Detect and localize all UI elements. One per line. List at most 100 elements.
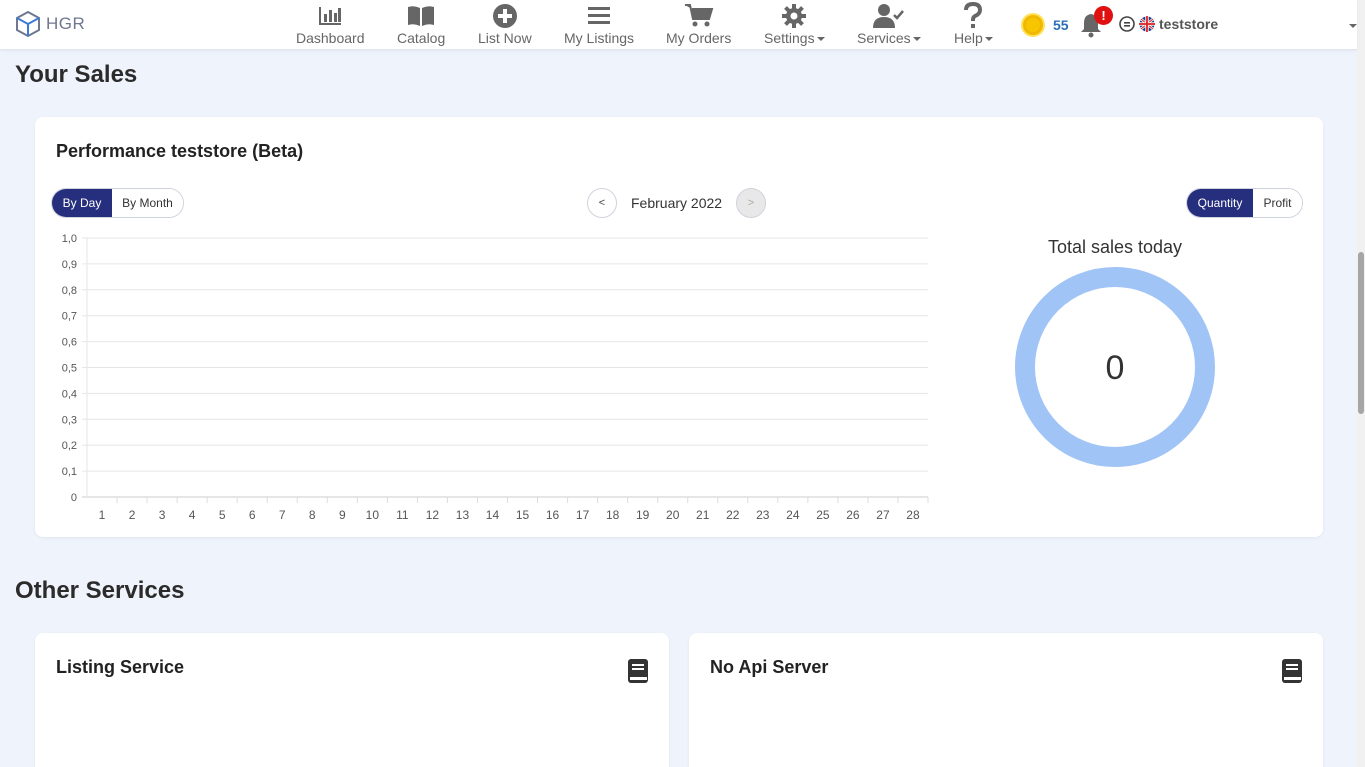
y-tick-label: 0,2 xyxy=(62,440,77,452)
nav-catalog[interactable]: Catalog xyxy=(397,2,445,48)
chevron-down-icon xyxy=(984,37,993,42)
x-tick-label: 10 xyxy=(366,508,380,522)
book-icon[interactable] xyxy=(627,658,649,684)
question-icon xyxy=(964,2,983,28)
nav-settings-label: Settings xyxy=(764,30,815,46)
prev-month-button[interactable]: < xyxy=(587,188,617,218)
x-tick-label: 11 xyxy=(396,508,409,522)
app-logo[interactable]: HGR xyxy=(14,10,85,38)
book-open-icon xyxy=(408,6,435,26)
x-tick-label: 27 xyxy=(876,508,890,522)
other-services-title: Other Services xyxy=(15,577,185,604)
x-tick-label: 5 xyxy=(219,508,226,522)
page-scrollbar[interactable] xyxy=(1357,0,1365,767)
scrollbar-thumb[interactable] xyxy=(1358,252,1364,414)
cube-logo-icon xyxy=(16,10,40,38)
bar-chart-icon xyxy=(319,7,342,25)
x-tick-label: 23 xyxy=(756,508,770,522)
listing-service-title: Listing Service xyxy=(56,657,185,677)
by-month-button[interactable]: By Month xyxy=(112,189,183,217)
x-tick-label: 15 xyxy=(516,508,530,522)
x-tick-label: 26 xyxy=(846,508,860,522)
quantity-button[interactable]: Quantity xyxy=(1187,189,1253,217)
by-day-button[interactable]: By Day xyxy=(52,189,112,217)
chevron-down-icon xyxy=(912,37,921,42)
nav-my-listings-label: My Listings xyxy=(564,30,635,46)
x-tick-label: 3 xyxy=(159,508,166,522)
nav-catalog-label: Catalog xyxy=(397,30,446,46)
y-tick-label: 0,5 xyxy=(62,363,77,375)
current-month-label: February 2022 xyxy=(631,195,723,211)
x-tick-label: 14 xyxy=(486,508,500,522)
nav-services-label-wrap: Services xyxy=(857,30,921,46)
x-tick-label: 19 xyxy=(636,508,650,522)
performance-card: Performance teststore (Beta) By Day By M… xyxy=(35,117,1323,537)
x-tick-label: 1 xyxy=(99,508,106,522)
period-toggle: By Day By Month xyxy=(51,188,184,218)
x-tick-label: 7 xyxy=(279,508,286,522)
chevron-down-icon xyxy=(816,37,825,42)
y-tick-label: 1,0 xyxy=(62,233,77,245)
total-sales-donut: 0 xyxy=(1015,267,1215,467)
y-tick-label: 0,1 xyxy=(62,466,77,478)
coin-icon xyxy=(1021,13,1045,37)
gear-icon xyxy=(782,4,807,28)
notification-badge: ! xyxy=(1094,6,1113,25)
nav-settings-label-wrap: Settings xyxy=(764,30,825,46)
y-tick-label: 0,7 xyxy=(62,311,77,323)
nav-help[interactable]: Help xyxy=(954,2,993,48)
x-tick-label: 8 xyxy=(309,508,316,522)
nav-list-now-label: List Now xyxy=(478,30,532,46)
y-tick-label: 0,9 xyxy=(62,259,77,271)
username: teststore xyxy=(1159,16,1219,32)
x-tick-label: 18 xyxy=(606,508,620,522)
y-tick-label: 0 xyxy=(71,492,77,504)
nav-services[interactable]: Services xyxy=(857,2,921,48)
coin-count: 55 xyxy=(1053,17,1069,33)
donut-title: Total sales today xyxy=(1047,237,1183,257)
currency-icon xyxy=(1119,16,1135,32)
app-name: HGR xyxy=(46,14,86,33)
y-tick-label: 0,3 xyxy=(62,414,77,426)
y-tick-label: 0,4 xyxy=(62,388,77,400)
uk-flag-icon xyxy=(1139,16,1155,32)
coin-balance[interactable]: 55 xyxy=(1021,13,1069,37)
x-tick-label: 6 xyxy=(249,508,256,522)
y-tick-label: 0,6 xyxy=(62,337,77,349)
x-tick-label: 4 xyxy=(189,508,196,522)
x-tick-label: 21 xyxy=(696,508,710,522)
nav-dashboard-label: Dashboard xyxy=(296,30,365,46)
x-tick-label: 2 xyxy=(129,508,136,522)
performance-card-title: Performance teststore (Beta) xyxy=(56,141,304,161)
menu-lines-icon xyxy=(588,7,611,24)
nav-my-orders-label: My Orders xyxy=(666,30,732,46)
no-api-server-title: No Api Server xyxy=(710,657,829,677)
x-tick-label: 22 xyxy=(726,508,740,522)
x-tick-label: 17 xyxy=(576,508,590,522)
nav-my-orders[interactable]: My Orders xyxy=(666,2,731,48)
x-tick-label: 12 xyxy=(426,508,440,522)
nav-services-label: Services xyxy=(857,30,911,46)
nav-help-label-wrap: Help xyxy=(954,30,993,46)
profit-button[interactable]: Profit xyxy=(1253,189,1302,217)
nav-list-now[interactable]: List Now xyxy=(478,2,532,48)
plus-circle-icon xyxy=(492,4,517,28)
no-api-server-card[interactable]: No Api Server xyxy=(689,633,1323,767)
top-navbar: HGR Dashboard Catalog List Now My Listin… xyxy=(0,0,1357,50)
x-tick-label: 25 xyxy=(816,508,830,522)
x-tick-label: 9 xyxy=(339,508,346,522)
book-icon[interactable] xyxy=(1281,658,1303,684)
nav-settings[interactable]: Settings xyxy=(764,2,825,48)
nav-dashboard[interactable]: Dashboard xyxy=(296,2,365,48)
user-dropdown-chevron-icon[interactable] xyxy=(1349,24,1357,28)
nav-my-listings[interactable]: My Listings xyxy=(564,2,634,48)
listing-service-card[interactable]: Listing Service xyxy=(35,633,669,767)
next-month-button[interactable]: > xyxy=(736,188,766,218)
user-menu[interactable]: teststore xyxy=(1119,16,1218,32)
nav-help-label: Help xyxy=(954,30,983,46)
x-tick-label: 24 xyxy=(786,508,800,522)
x-tick-label: 28 xyxy=(906,508,920,522)
metric-toggle: Quantity Profit xyxy=(1186,188,1303,218)
user-check-icon xyxy=(872,4,904,28)
x-tick-label: 20 xyxy=(666,508,680,522)
